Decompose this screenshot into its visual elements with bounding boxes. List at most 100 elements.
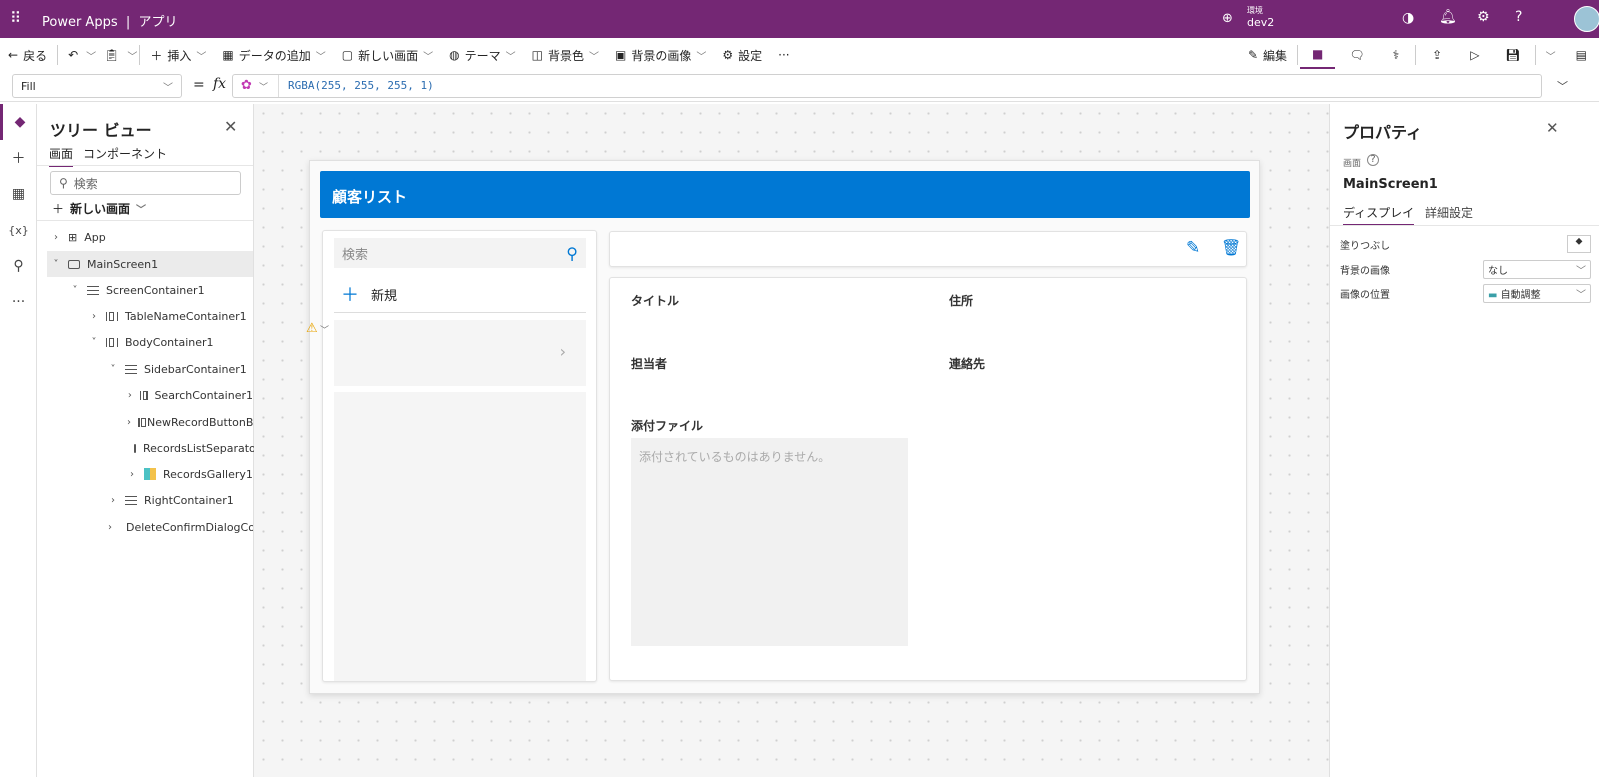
preview-button[interactable]: ▷	[1456, 41, 1493, 69]
image-position-dropdown[interactable]: ▬ 自動調整 ﹀	[1483, 283, 1591, 303]
new-screen-button[interactable]: ＋新しい画面 ﹀	[52, 200, 146, 217]
new-screen-button[interactable]: ▢ 新しい画面 ﹀	[334, 41, 441, 69]
settings-button[interactable]: ⚙ 設定	[714, 41, 770, 69]
clipboard-icon: 📋︎	[104, 48, 120, 62]
app-checker-tab[interactable]: ■	[1300, 41, 1336, 69]
horizontal-container-icon	[106, 337, 118, 347]
delete-icon[interactable]: 🗑︎	[1221, 238, 1241, 257]
tab-display[interactable]: ディスプレイ	[1343, 204, 1415, 226]
warning-icon[interactable]: ⚠	[306, 321, 318, 336]
copilot-icon[interactable]: ◑	[1402, 10, 1414, 26]
field-label-address: 住所	[949, 294, 974, 308]
tree-node[interactable]: › RecordsGallery1	[127, 461, 253, 487]
tab-advanced[interactable]: 詳細設定	[1425, 204, 1473, 221]
tree-node[interactable]: RecordsListSeparator1	[127, 435, 267, 461]
formula-input[interactable]: ✿ ﹀ RGBA(255, 255, 255, 1)	[232, 74, 1542, 98]
expand-formula-icon[interactable]: ﹀	[1557, 78, 1568, 94]
attachments-control[interactable]: 添付されているものはありません。	[631, 438, 908, 646]
tree-view-icon[interactable]: ◆	[0, 104, 37, 140]
avatar[interactable]	[1574, 6, 1599, 32]
add-data-button[interactable]: ▦ データの追加 ﹀	[214, 41, 333, 69]
chevron-right-icon[interactable]: ›	[560, 342, 566, 361]
background-image-dropdown[interactable]: なし ﹀	[1483, 259, 1591, 279]
app-checker-button[interactable]: ⚕	[1379, 41, 1414, 69]
insert-icon[interactable]: ＋	[0, 140, 37, 176]
insert-button[interactable]: ＋挿入 ﹀	[142, 41, 214, 69]
tree-node[interactable]: ˅ ScreenContainer1	[70, 277, 253, 303]
background-image-button[interactable]: ▣ 背景の画像 ﹀	[607, 41, 714, 69]
search-icon[interactable]: ⚲	[566, 244, 578, 263]
object-type: 画面	[1343, 159, 1362, 169]
tree-node[interactable]: ˅ BodyContainer1	[89, 329, 253, 355]
bell-icon[interactable]: 🔔︎	[1439, 9, 1457, 25]
horizontal-container-icon	[138, 417, 146, 427]
tree-node-mainscreen[interactable]: ˅ MainScreen1	[47, 251, 253, 277]
tree-search-input[interactable]: ⚲ 検索	[50, 171, 241, 195]
close-icon[interactable]: ✕	[224, 117, 237, 136]
fx-icon: fx	[213, 76, 227, 92]
theme-button[interactable]: ◍ テーマ ﹀	[441, 41, 524, 69]
edit-icon[interactable]: ✎	[1186, 238, 1200, 258]
tree-node[interactable]: › TableNameContainer1	[89, 303, 253, 329]
environment-name[interactable]: dev2	[1247, 16, 1274, 29]
search-icon[interactable]: ⚲	[0, 248, 37, 284]
tab-components[interactable]: コンポーネント	[83, 145, 167, 162]
properties-panel: プロパティ ✕ 画面 ? MainScreen1 ディスプレイ 詳細設定 塗りつ…	[1329, 104, 1599, 777]
app-screen[interactable]: 顧客リスト 検索 ⚲ ＋新規 › ⚠ ﹀ ✎ 🗑︎ タイトル 住所 担当者 連絡先…	[306, 160, 1260, 694]
share-button[interactable]: ⇪	[1418, 41, 1456, 69]
tree-node[interactable]: ›DeleteConfirmDialogConta	[108, 514, 253, 540]
paste-button[interactable]: 📋︎	[96, 41, 127, 69]
more-icon[interactable]: ···	[0, 284, 37, 320]
formula-text[interactable]: RGBA(255, 255, 255, 1)	[288, 79, 434, 92]
tab-screens[interactable]: 画面	[49, 145, 74, 167]
publish-button[interactable]: ▤	[1564, 41, 1599, 69]
tree-node[interactable]: › RightContainer1	[108, 487, 253, 513]
app-icon: ⊞	[68, 230, 78, 244]
panel-title: ツリー ビュー	[50, 121, 152, 140]
horizontal-container-icon	[139, 390, 148, 400]
record-search-input[interactable]: 検索 ⚲	[334, 238, 586, 268]
gear-icon[interactable]: ⚙	[1477, 9, 1490, 25]
tree-node[interactable]: ›NewRecordButtonBarC	[127, 409, 253, 435]
background-color-button[interactable]: ◫ 背景色 ﹀	[524, 41, 607, 69]
chevron-down-icon[interactable]: ﹀	[86, 48, 96, 63]
new-record-button[interactable]: ＋新規	[341, 281, 397, 307]
image-icon: ▬	[1488, 289, 1498, 301]
comments-button[interactable]: 🗨︎	[1335, 41, 1378, 69]
tree-node[interactable]: ˅ SidebarContainer1	[108, 356, 253, 382]
gallery-item[interactable]: ›	[334, 320, 586, 386]
fill-color-picker[interactable]: ⬥	[1567, 235, 1591, 253]
field-label-owner: 担当者	[631, 357, 668, 371]
copilot-icon[interactable]: ✿	[241, 78, 252, 93]
save-button[interactable]: 💾︎	[1493, 41, 1532, 69]
chevron-down-icon[interactable]: ﹀	[320, 323, 329, 336]
chevron-down-icon[interactable]: ﹀	[1538, 48, 1564, 63]
close-icon[interactable]: ✕	[1546, 119, 1559, 137]
undo-button[interactable]: ↶	[60, 41, 86, 69]
image-icon: ▣	[614, 48, 627, 62]
help-icon[interactable]: ?	[1515, 9, 1522, 25]
variables-icon[interactable]: {x}	[0, 212, 37, 248]
environment-icon[interactable]: ⊕	[1222, 11, 1233, 26]
chevron-down-icon[interactable]: ﹀	[127, 48, 137, 63]
property-dropdown[interactable]: Fill ﹀	[12, 74, 182, 98]
tree-node-app[interactable]: › ⊞ App	[51, 224, 253, 250]
plus-icon: ＋	[341, 285, 359, 306]
gear-icon: ⚙	[722, 48, 734, 62]
property-image-position: 画像の位置 ▬ 自動調整 ﹀	[1340, 283, 1591, 303]
data-icon[interactable]: ▦	[0, 176, 37, 212]
vertical-container-icon	[125, 364, 137, 374]
vertical-container-icon	[125, 495, 137, 505]
app-launcher-icon[interactable]: ⠿	[10, 9, 21, 27]
tree-node[interactable]: › SearchContainer1	[127, 382, 253, 408]
field-label-contact: 連絡先	[949, 357, 986, 371]
help-icon[interactable]: ?	[1367, 154, 1379, 166]
more-button[interactable]: ···	[770, 41, 797, 69]
screen-name: MainScreen1	[1343, 177, 1438, 192]
back-button[interactable]: ← 戻る	[0, 41, 55, 69]
canvas: 顧客リスト 検索 ⚲ ＋新規 › ⚠ ﹀ ✎ 🗑︎ タイトル 住所 担当者 連絡先…	[254, 104, 1329, 777]
gallery-icon	[144, 468, 156, 480]
field-label-title: タイトル	[631, 294, 680, 308]
edit-button[interactable]: ✎ 編集	[1240, 41, 1295, 69]
property-background-image: 背景の画像 なし ﹀	[1340, 259, 1591, 279]
